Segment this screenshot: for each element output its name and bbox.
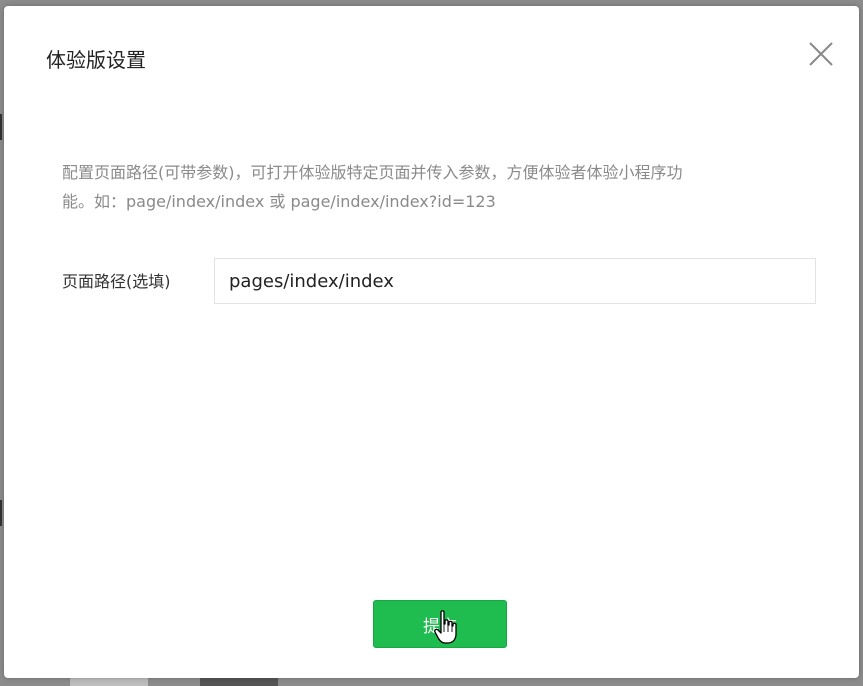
description-line: 能。如：page/index/index 或 page/index/index?… <box>62 192 496 211</box>
background-fragment <box>0 500 2 526</box>
background-fragment <box>0 114 2 140</box>
dialog-title: 体验版设置 <box>46 48 146 72</box>
page-path-label: 页面路径(选填) <box>62 272 171 291</box>
trial-version-settings-dialog: 体验版设置 配置页面路径(可带参数)，可打开体验版特定页面并传入参数，方便体验者… <box>4 6 859 678</box>
close-button[interactable] <box>805 38 837 70</box>
dialog-description: 配置页面路径(可带参数)，可打开体验版特定页面并传入参数，方便体验者体验小程序功… <box>62 158 802 216</box>
close-icon <box>809 42 833 66</box>
submit-button[interactable]: 提交 <box>373 600 507 648</box>
page-path-input[interactable] <box>214 258 816 304</box>
description-line: 配置页面路径(可带参数)，可打开体验版特定页面并传入参数，方便体验者体验小程序功 <box>62 163 683 182</box>
